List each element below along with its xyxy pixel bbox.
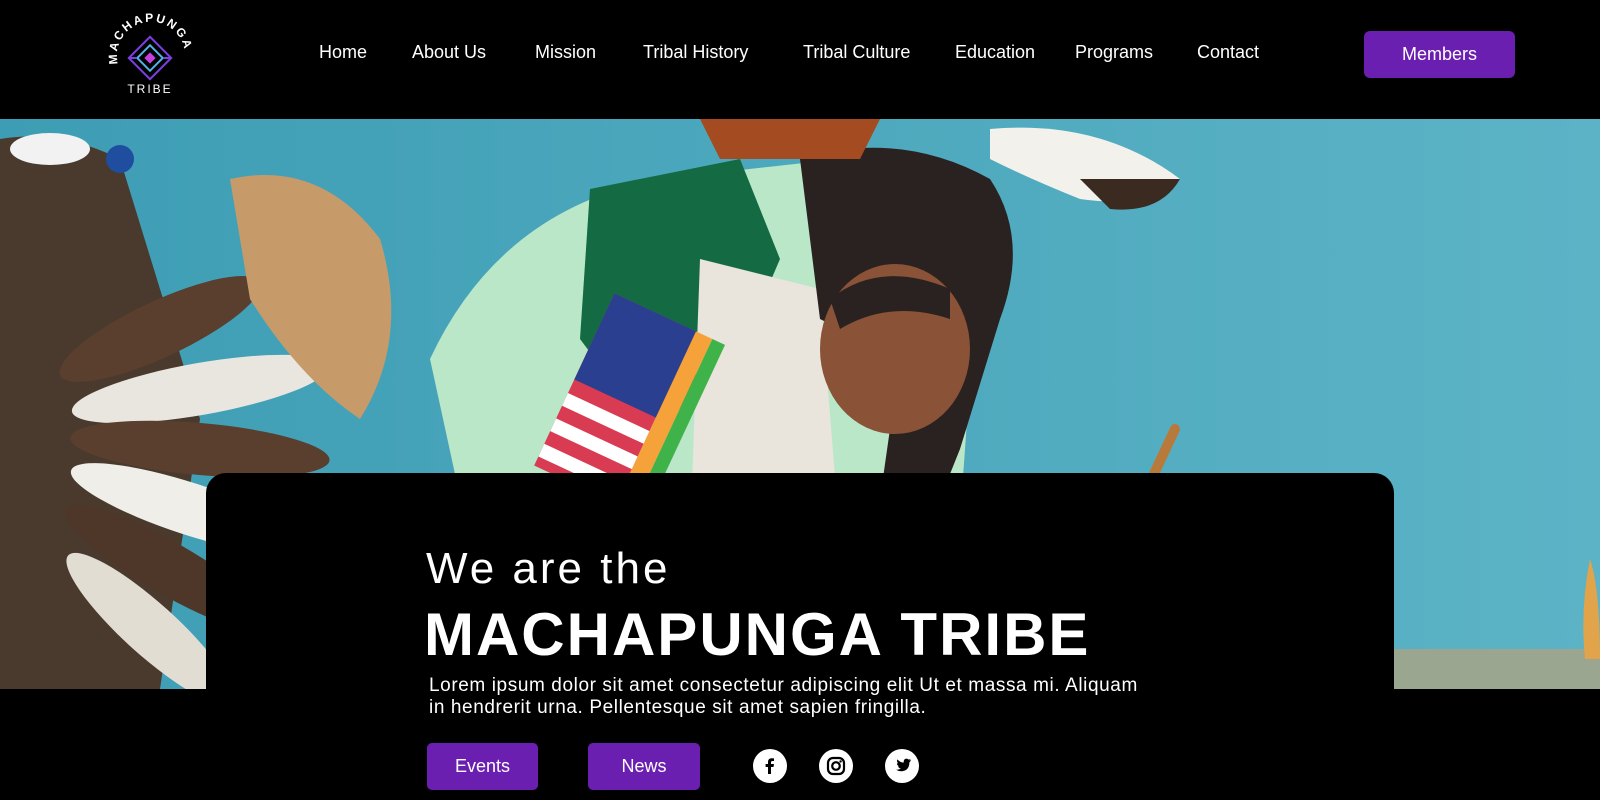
- logo[interactable]: MACHAPUNGA TRIBE: [104, 12, 196, 102]
- instagram-icon[interactable]: [819, 749, 853, 783]
- nav-contact[interactable]: Contact: [1197, 42, 1259, 63]
- nav-tribal-history[interactable]: Tribal History: [643, 42, 748, 63]
- nav-mission[interactable]: Mission: [535, 42, 596, 63]
- facebook-glyph: [765, 758, 774, 774]
- twitter-glyph: [896, 758, 912, 772]
- hero-title: MACHAPUNGA TRIBE: [424, 601, 1091, 668]
- site-header: MACHAPUNGA TRIBE Home About Us Mission T…: [0, 0, 1600, 119]
- logo-tribe-text: TRIBE: [127, 82, 173, 96]
- nav-education[interactable]: Education: [955, 42, 1035, 63]
- instagram-glyph: [826, 756, 846, 776]
- events-button[interactable]: Events: [427, 743, 538, 790]
- members-button[interactable]: Members: [1364, 31, 1515, 78]
- logo-emblem: MACHAPUNGA: [106, 12, 193, 81]
- facebook-icon[interactable]: [753, 749, 787, 783]
- twitter-icon[interactable]: [885, 749, 919, 783]
- nav-tribal-culture[interactable]: Tribal Culture: [803, 42, 910, 63]
- hero-intro: We are the: [426, 544, 671, 593]
- nav-programs[interactable]: Programs: [1075, 42, 1153, 63]
- news-button[interactable]: News: [588, 743, 700, 790]
- nav-about-us[interactable]: About Us: [412, 42, 486, 63]
- hero-description: Lorem ipsum dolor sit amet consectetur a…: [429, 675, 1138, 718]
- nav-home[interactable]: Home: [319, 42, 367, 63]
